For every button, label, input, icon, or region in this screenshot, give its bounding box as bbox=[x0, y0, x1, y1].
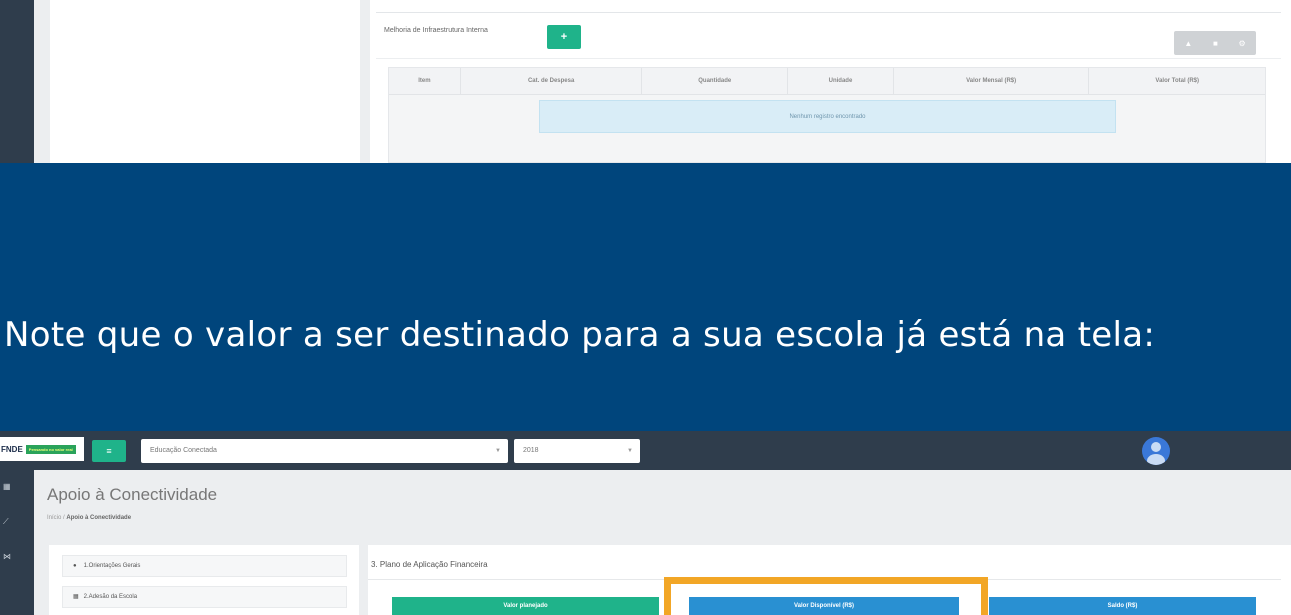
sidebar bbox=[0, 0, 34, 163]
bottom-screenshot: FNDE Pensando no valor real ≡ Educação C… bbox=[0, 431, 1291, 615]
program-select-value: Educação Conectada bbox=[150, 447, 217, 454]
circle-icon: ● bbox=[73, 563, 77, 569]
settings-icon[interactable]: ⚙ bbox=[1238, 39, 1245, 48]
logo[interactable]: FNDE Pensando no valor real bbox=[0, 437, 84, 461]
breadcrumb-home[interactable]: Início bbox=[47, 515, 61, 521]
column-header-unit[interactable]: Unidade bbox=[788, 68, 894, 94]
sidebar: ▦ ⟋ ⋈ bbox=[0, 470, 34, 615]
tool-button-group: ▲ ■ ⚙ bbox=[1174, 31, 1256, 55]
top-screenshot: Melhoria de Infraestrutura Interna + ▲ ■… bbox=[0, 0, 1291, 163]
grid-icon[interactable]: ▦ bbox=[3, 482, 13, 492]
breadcrumb-separator: / bbox=[63, 515, 65, 521]
nav-item-orientacoes-gerais[interactable]: ● 1.Orientações Gerais bbox=[62, 555, 347, 577]
planned-value-box: Valor planejado bbox=[392, 597, 659, 615]
year-select[interactable]: 2018 ▼ bbox=[514, 439, 640, 463]
left-panel bbox=[50, 0, 360, 163]
nav-item-adesao-escola[interactable]: ▦ 2.Adesão da Escola bbox=[62, 586, 347, 608]
banner-text: Note que o valor a ser destinado para a … bbox=[4, 315, 1156, 355]
year-select-value: 2018 bbox=[523, 447, 539, 454]
empty-table-message: Nenhum registro encontrado bbox=[539, 100, 1116, 133]
balance-box: Saldo (R$) bbox=[989, 597, 1256, 615]
page-title: Apoio à Conectividade bbox=[47, 485, 218, 504]
main-content: Apoio à Conectividade Início / Apoio à C… bbox=[34, 470, 1291, 615]
steps-nav: ● 1.Orientações Gerais ▦ 2.Adesão da Esc… bbox=[49, 545, 359, 615]
nav-item-label: 1.Orientações Gerais bbox=[83, 563, 141, 569]
table-header: Item Cat. de Despesa Quantidade Unidade … bbox=[389, 68, 1265, 95]
top-navbar: FNDE Pensando no valor real ≡ Educação C… bbox=[0, 431, 1291, 470]
program-select[interactable]: Educação Conectada ▼ bbox=[141, 439, 508, 463]
plan-title: 3. Plano de Aplicação Financeira bbox=[371, 560, 488, 569]
logo-tagline: Pensando no valor real bbox=[25, 444, 76, 454]
items-table: Item Cat. de Despesa Quantidade Unidade … bbox=[388, 67, 1266, 163]
chevron-down-icon: ▼ bbox=[627, 448, 633, 454]
instruction-banner: Note que o valor a ser destinado para a … bbox=[0, 163, 1291, 431]
user-icon[interactable]: ▲ bbox=[1184, 39, 1192, 48]
chart-icon[interactable]: ⟋ bbox=[3, 517, 13, 527]
user-avatar[interactable] bbox=[1142, 437, 1170, 465]
main-panel: Melhoria de Infraestrutura Interna + ▲ ■… bbox=[370, 0, 1291, 163]
highlight-frame bbox=[664, 577, 988, 615]
network-icon[interactable]: ⋈ bbox=[3, 552, 13, 562]
breadcrumb: Início / Apoio à Conectividade bbox=[47, 515, 131, 521]
divider bbox=[376, 12, 1281, 13]
section-title: Melhoria de Infraestrutura Interna bbox=[384, 27, 488, 34]
nav-item-label: 2.Adesão da Escola bbox=[83, 594, 138, 600]
divider bbox=[376, 58, 1281, 59]
calendar-icon: ▦ bbox=[73, 594, 79, 600]
file-icon[interactable]: ■ bbox=[1213, 39, 1218, 48]
column-header-quantity[interactable]: Quantidade bbox=[642, 68, 789, 94]
column-header-total-value[interactable]: Valor Total (R$) bbox=[1089, 68, 1265, 94]
breadcrumb-current: Apoio à Conectividade bbox=[66, 515, 132, 521]
column-header-expense-category[interactable]: Cat. de Despesa bbox=[461, 68, 643, 94]
menu-toggle-button[interactable]: ≡ bbox=[92, 440, 126, 462]
logo-name: FNDE bbox=[1, 444, 23, 454]
column-header-item[interactable]: Item bbox=[389, 68, 461, 94]
column-header-monthly-value[interactable]: Valor Mensal (R$) bbox=[894, 68, 1090, 94]
chevron-down-icon: ▼ bbox=[495, 448, 501, 454]
add-button[interactable]: + bbox=[547, 25, 581, 49]
